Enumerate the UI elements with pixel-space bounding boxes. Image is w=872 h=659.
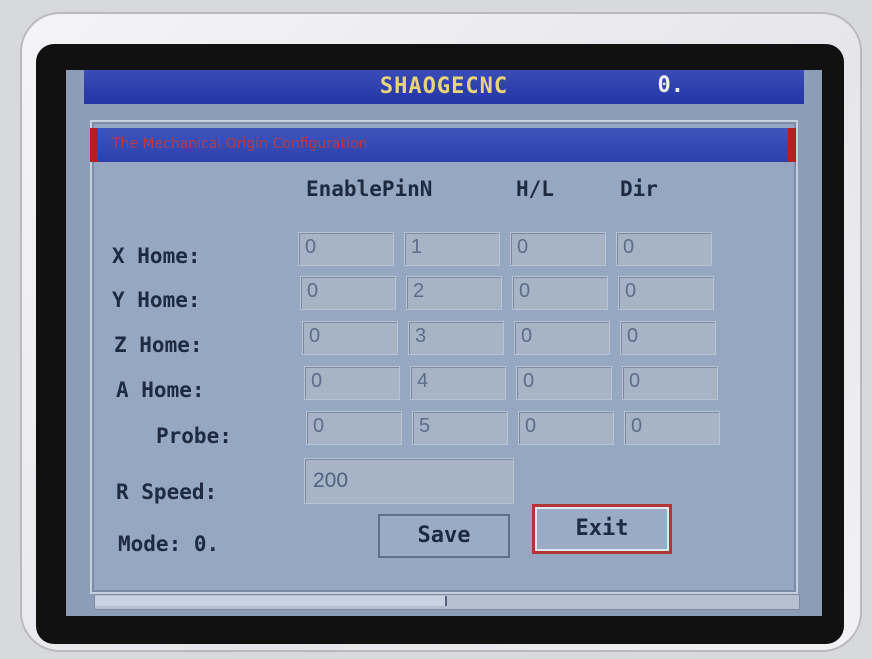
column-header-dir: Dir xyxy=(620,177,658,201)
z-home-enable-field[interactable]: 0 xyxy=(302,321,398,355)
probe-enable-field[interactable]: 0 xyxy=(306,411,402,445)
exit-button[interactable]: Exit xyxy=(532,504,672,554)
save-button[interactable]: Save xyxy=(378,514,510,558)
probe-pin-field[interactable]: 5 xyxy=(412,411,508,445)
row-label-y-home: Y Home: xyxy=(112,288,201,312)
mode-label: Mode: 0. xyxy=(118,532,219,556)
z-home-hl-field[interactable]: 0 xyxy=(514,321,610,355)
z-home-dir-field[interactable]: 0 xyxy=(620,321,716,355)
row-label-a-home: A Home: xyxy=(116,378,205,402)
a-home-dir-field[interactable]: 0 xyxy=(622,366,718,400)
row-label-z-home: Z Home: xyxy=(114,333,203,357)
x-home-pin-field[interactable]: 1 xyxy=(404,232,500,266)
a-home-pin-field[interactable]: 4 xyxy=(410,366,506,400)
y-home-enable-field[interactable]: 0 xyxy=(300,276,396,310)
dialog-right-marker xyxy=(788,128,796,162)
column-header-enablepin: EnablePinN xyxy=(306,177,433,201)
y-home-hl-field[interactable]: 0 xyxy=(512,276,608,310)
dialog-left-marker xyxy=(90,128,98,162)
origin-config-dialog: The Mechanical Origin Configuration Enab… xyxy=(90,120,798,594)
status-counter: 0. xyxy=(657,73,685,98)
scrollbar-thumb[interactable] xyxy=(95,596,447,606)
mode-label-text: Mode: xyxy=(118,532,182,556)
probe-hl-field[interactable]: 0 xyxy=(518,411,614,445)
column-header-hl: H/L xyxy=(516,177,554,201)
dialog-title: The Mechanical Origin Configuration xyxy=(112,136,368,152)
speed-input[interactable]: 200 xyxy=(304,458,514,504)
app-title: SHAOGECNC xyxy=(379,74,509,99)
a-home-hl-field[interactable]: 0 xyxy=(516,366,612,400)
title-bar: SHAOGECNC 0. xyxy=(84,70,804,104)
row-label-probe: Probe: xyxy=(156,424,232,448)
dialog-header: The Mechanical Origin Configuration xyxy=(92,128,796,162)
a-home-enable-field[interactable]: 0 xyxy=(304,366,400,400)
probe-dir-field[interactable]: 0 xyxy=(624,411,720,445)
horizontal-scrollbar[interactable] xyxy=(94,594,800,610)
lcd-screen: SHAOGECNC 0. The Mechanical Origin Confi… xyxy=(66,70,822,616)
y-home-pin-field[interactable]: 2 xyxy=(406,276,502,310)
z-home-pin-field[interactable]: 3 xyxy=(408,321,504,355)
x-home-hl-field[interactable]: 0 xyxy=(510,232,606,266)
x-home-enable-field[interactable]: 0 xyxy=(298,232,394,266)
speed-label: R Speed: xyxy=(116,480,218,504)
row-label-x-home: X Home: xyxy=(112,244,201,268)
y-home-dir-field[interactable]: 0 xyxy=(618,276,714,310)
mode-value: 0. xyxy=(193,532,220,556)
x-home-dir-field[interactable]: 0 xyxy=(616,232,712,266)
